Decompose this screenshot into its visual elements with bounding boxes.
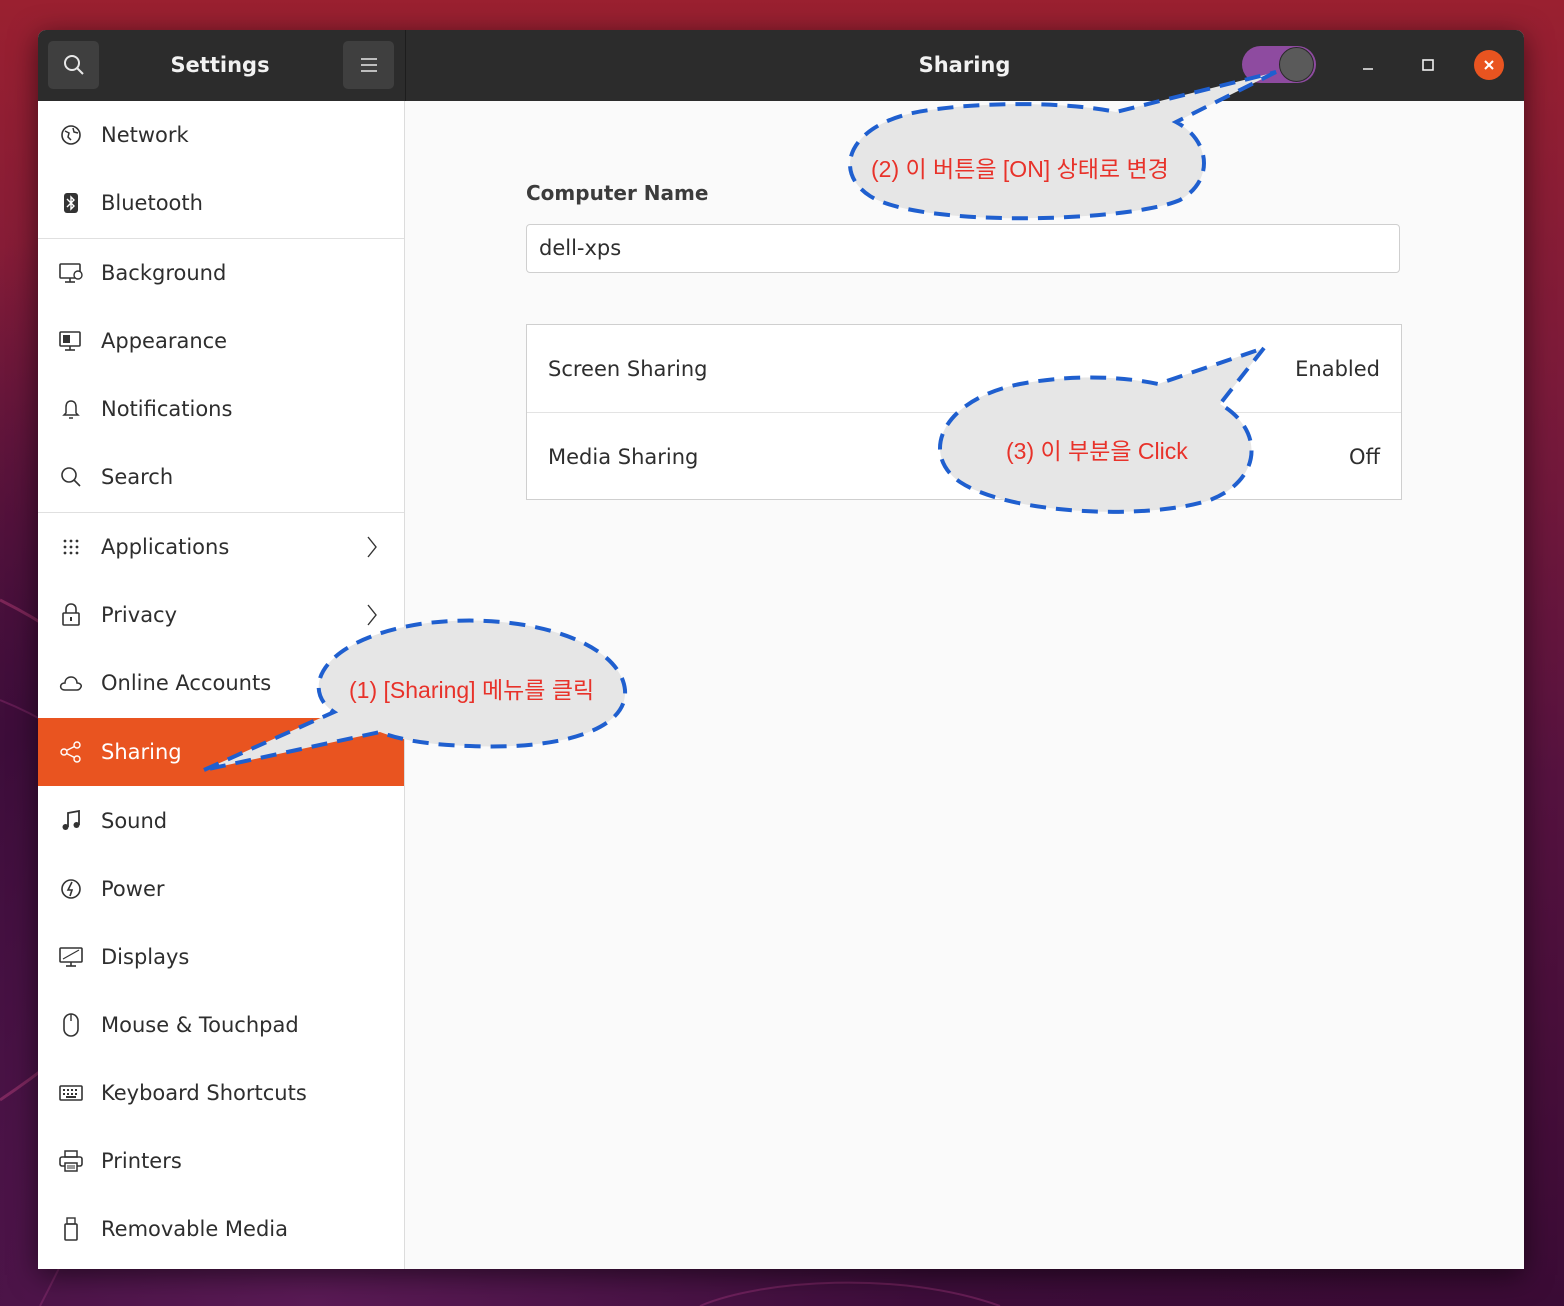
annotation-layer	[203, 70, 1277, 772]
callout-2-bubble	[848, 70, 1277, 221]
callout-1-text: (1) [Sharing] 메뉴를 클릭	[349, 677, 595, 703]
callout-3-text: (3) 이 부분을 Click	[1006, 438, 1188, 464]
callout-2-text: (2) 이 버튼을 [ON] 상태로 변경	[871, 156, 1169, 182]
callout-3-bubble	[938, 343, 1270, 514]
